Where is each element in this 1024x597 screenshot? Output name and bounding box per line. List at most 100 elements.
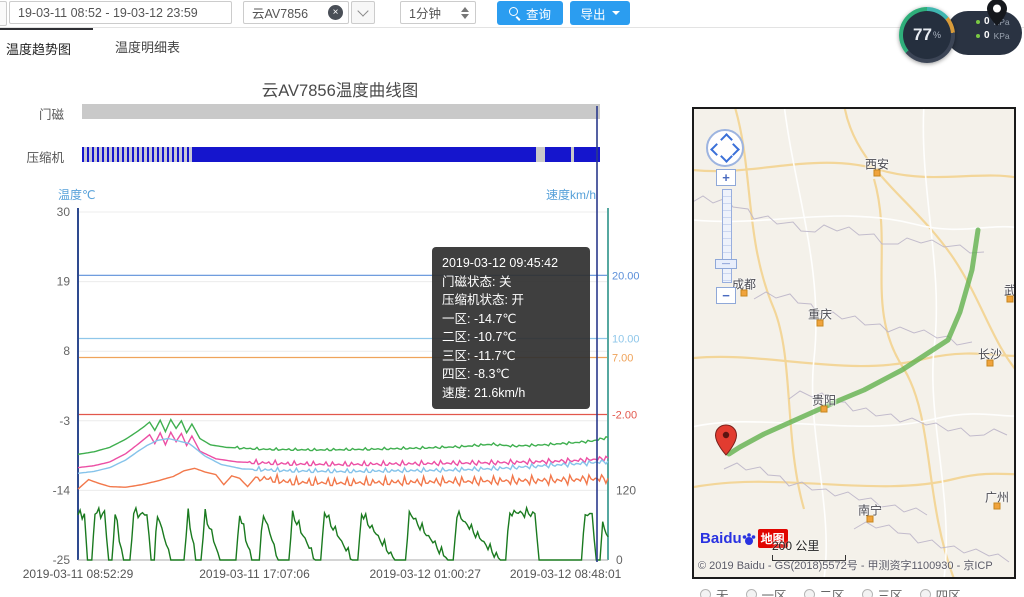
radio-icon[interactable] [862, 589, 873, 597]
chart-cursor-line [596, 106, 598, 562]
city-dot-icon [1006, 296, 1013, 303]
baidu-map[interactable]: 西安成都重庆贵阳长沙南宁广州武 + — − Baidu 地图 200 公里 © … [692, 107, 1016, 579]
interval-stepper[interactable]: 1分钟 [400, 1, 476, 24]
series-速度 [78, 508, 608, 560]
tooltip-row: 门磁状态: 关 [442, 273, 580, 292]
series-二区 [78, 432, 608, 467]
svg-text:20.00: 20.00 [612, 270, 640, 282]
percent-gauge: 77 % [899, 7, 955, 63]
tooltip-row: 一区: -14.7℃ [442, 310, 580, 329]
compressor-status-bar [82, 147, 600, 162]
vehicle-value: 云AV7856 [252, 3, 308, 22]
svg-text:30: 30 [57, 205, 71, 219]
zone-filter-legend: 无 一区 二区 三区 四区 [700, 585, 961, 597]
toolbar-clipped-control[interactable] [0, 1, 7, 26]
svg-text:8: 8 [63, 344, 70, 358]
map-zoom-out-button[interactable]: − [716, 287, 736, 304]
series-一区 [78, 420, 608, 455]
bar-segment-on [193, 147, 536, 162]
map-city-label: 西安 [865, 156, 889, 173]
map-city-label: 长沙 [978, 346, 1002, 363]
date-range-value: 19-03-11 08:52 - 19-03-12 23:59 [18, 6, 198, 20]
status-dot-icon [976, 20, 980, 24]
radio-icon[interactable] [804, 589, 815, 597]
export-button[interactable]: 导出 [570, 1, 630, 25]
svg-text:19: 19 [57, 275, 71, 289]
series-四区 [78, 468, 608, 489]
tab-temperature-trend[interactable]: 温度趋势图 [0, 28, 93, 60]
zone-filter-option[interactable]: 二区 [804, 585, 845, 597]
vehicle-dropdown-button[interactable] [351, 1, 375, 24]
city-dot-icon [866, 516, 873, 523]
vehicle-select[interactable]: 云AV7856 × [243, 1, 349, 24]
svg-text:10.00: 10.00 [612, 334, 640, 346]
svg-text:-3: -3 [59, 414, 70, 428]
map-city-label: 广州 [985, 489, 1009, 506]
map-city-label: 贵阳 [812, 392, 836, 409]
left-axis-title: 温度℃ [58, 186, 95, 203]
gauge-value: 77 [913, 25, 932, 45]
radio-icon[interactable] [920, 589, 931, 597]
radio-icon[interactable] [746, 589, 757, 597]
svg-text:2019-03-11 17:07:06: 2019-03-11 17:07:06 [199, 567, 310, 581]
svg-text:-25: -25 [53, 553, 71, 567]
svg-text:-2.00: -2.00 [612, 410, 637, 422]
tooltip-row: 速度: 21.6km/h [442, 384, 580, 403]
vehicle-marker-pin[interactable] [714, 424, 738, 461]
date-range-input[interactable]: 19-03-11 08:52 - 19-03-12 23:59 [9, 1, 232, 24]
search-icon [509, 7, 521, 19]
chevron-down-icon [357, 5, 368, 16]
tooltip-row: 四区: -8.3℃ [442, 365, 580, 384]
stepper-icon[interactable] [461, 7, 469, 19]
city-dot-icon [740, 290, 747, 297]
location-pin-icon[interactable] [984, 0, 1010, 33]
svg-text:2019-03-12 01:00:27: 2019-03-12 01:00:27 [369, 567, 481, 581]
chart-tooltip: 2019-03-12 09:45:42 门磁状态: 关压缩机状态: 开一区: -… [432, 247, 590, 409]
map-attribution: © 2019 Baidu - GS(2018)5572号 - 甲测资字11009… [698, 557, 993, 573]
map-city-label: 重庆 [808, 306, 832, 323]
toolbar: 19-03-11 08:52 - 19-03-12 23:59 云AV7856 … [0, 0, 1024, 28]
vehicle-route [729, 230, 978, 454]
zone-filter-option[interactable]: 一区 [746, 585, 787, 597]
tooltip-row: 三区: -11.7℃ [442, 347, 580, 366]
tab-temperature-table[interactable]: 温度明细表 [93, 28, 202, 60]
tooltip-row: 压缩机状态: 开 [442, 291, 580, 310]
city-dot-icon [993, 503, 1000, 510]
series-三区 [78, 439, 608, 474]
bar-segment-off [536, 147, 544, 162]
svg-text:-14: -14 [53, 483, 71, 497]
city-dot-icon [816, 320, 823, 327]
map-zoom-handle[interactable]: — [715, 259, 737, 269]
svg-text:120: 120 [616, 483, 636, 497]
compressor-bar-label: 压缩机 [0, 147, 64, 166]
bar-segment-on [545, 147, 571, 162]
query-button[interactable]: 查询 [497, 1, 563, 25]
city-dot-icon [986, 360, 993, 367]
city-dot-icon [873, 170, 880, 177]
svg-text:0: 0 [616, 553, 623, 567]
tooltip-time: 2019-03-12 09:45:42 [442, 254, 580, 273]
interval-value: 1分钟 [409, 3, 441, 22]
status-dot-icon [976, 34, 980, 38]
chart-title: 云AV7856温度曲线图 [120, 77, 560, 101]
cold-chain-monitor-page: 19-03-11 08:52 - 19-03-12 23:59 云AV7856 … [0, 0, 1024, 597]
map-zoom-in-button[interactable]: + [716, 169, 736, 186]
tooltip-row: 二区: -10.7℃ [442, 328, 580, 347]
zone-filter-option[interactable]: 三区 [862, 585, 903, 597]
svg-text:2019-03-12 08:48:01: 2019-03-12 08:48:01 [510, 567, 622, 581]
clear-vehicle-icon[interactable]: × [328, 5, 343, 20]
bar-segment-off [82, 104, 600, 119]
city-dot-icon [820, 406, 827, 413]
zone-filter-option[interactable]: 无 [700, 585, 729, 597]
zone-filter-option[interactable]: 四区 [920, 585, 961, 597]
bar-segment-striped [82, 147, 193, 162]
map-city-label: 武 [1004, 282, 1016, 299]
map-pan-control[interactable] [706, 129, 744, 167]
baidu-paw-icon [742, 532, 756, 546]
door-status-bar [82, 104, 600, 119]
tab-bar: 温度趋势图 温度明细表 [0, 28, 202, 60]
radio-icon[interactable] [700, 589, 711, 597]
caret-down-icon [612, 11, 620, 15]
svg-text:7.00: 7.00 [612, 353, 633, 365]
map-city-label: 南宁 [858, 502, 882, 519]
